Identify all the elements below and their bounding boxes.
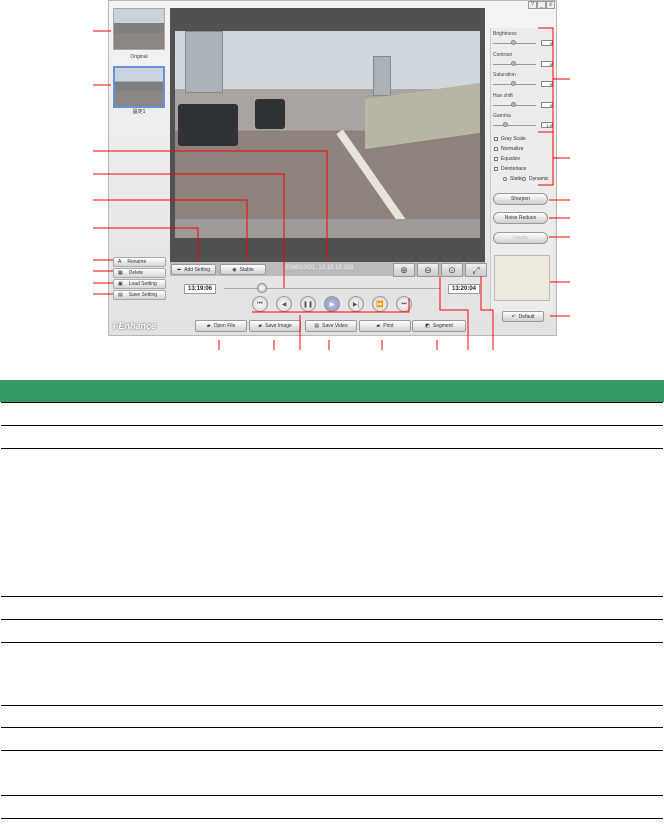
table-row-divider bbox=[1, 750, 663, 751]
table-row-divider bbox=[1, 818, 663, 819]
table-row-divider bbox=[1, 642, 663, 643]
table-row-divider bbox=[1, 795, 663, 796]
table-row-divider bbox=[1, 596, 663, 597]
callout-lines bbox=[93, 27, 570, 350]
table-header bbox=[0, 380, 664, 402]
table-row-divider bbox=[1, 619, 663, 620]
table-row-divider bbox=[1, 705, 663, 706]
table-row-divider bbox=[1, 727, 663, 728]
table-row-divider bbox=[1, 402, 663, 403]
table-row-divider bbox=[1, 448, 663, 449]
table-row-divider bbox=[1, 425, 663, 426]
